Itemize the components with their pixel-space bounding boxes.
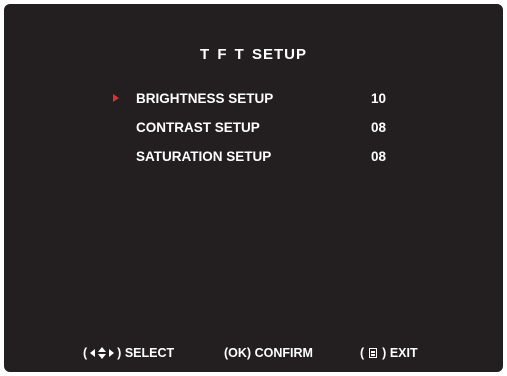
exit-label: EXIT [389,346,418,360]
menu-item-value: 08 [371,149,387,164]
menu-item-value: 08 [371,120,387,135]
confirm-hint: ( OK ) CONFIRM [224,346,313,360]
menu-title: T F T SETUP [200,46,307,63]
exit-hint: ( ) EXIT [360,346,418,360]
menu-item-value: 10 [371,91,387,106]
confirm-label: CONFIRM [254,346,313,360]
select-hint: ( ) SELECT [83,346,175,360]
menu-item-label: CONTRAST SETUP [136,120,260,135]
menu-item-label: BRIGHTNESS SETUP [136,91,274,106]
select-label: SELECT [124,346,175,360]
arrows-navigate-icon [90,347,115,359]
ok-key-label: OK [228,346,247,360]
menu-key-icon [369,348,378,358]
menu-item-brightness[interactable]: BRIGHTNESS SETUP 10 [4,91,503,113]
page: T F T SETUP BRIGHTNESS SETUP 10 CONTRAST… [0,0,507,376]
selection-marker-icon [113,94,119,102]
menu-item-saturation[interactable]: SATURATION SETUP 08 [4,149,503,171]
menu-item-contrast[interactable]: CONTRAST SETUP 08 [4,120,503,142]
menu-item-label: SATURATION SETUP [136,149,272,164]
osd-menu-panel: T F T SETUP BRIGHTNESS SETUP 10 CONTRAST… [4,4,503,372]
